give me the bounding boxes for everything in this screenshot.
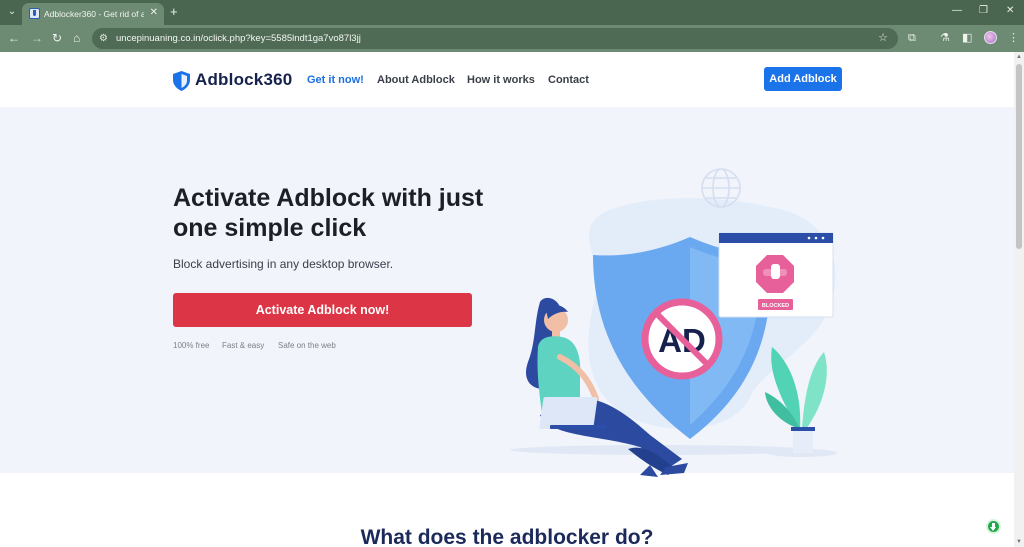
address-bar[interactable]: ⚙ uncepinuaning.co.in/oclick.php?key=558… [92, 28, 898, 49]
activate-adblock-button[interactable]: Activate Adblock now! [173, 293, 472, 327]
blocked-label: BLOCKED [762, 303, 789, 309]
browser-toolbar: ← → ↻ ⌂ ⚙ uncepinuaning.co.in/oclick.php… [0, 25, 1024, 52]
menu-icon[interactable]: ⋮ [1008, 31, 1019, 45]
nav-contact[interactable]: Contact [548, 73, 589, 87]
hero-illustration: AD BLOCKED [510, 168, 837, 477]
scroll-up-icon[interactable]: ▲ [1016, 54, 1022, 60]
hero-section: Activate Adblock with just one simple cl… [0, 107, 1014, 477]
bookmark-star-icon[interactable]: ☆ [878, 31, 888, 45]
minimize-icon[interactable]: — [952, 5, 962, 17]
maximize-icon[interactable]: ❐ [979, 5, 988, 17]
laptop [539, 397, 598, 429]
hero-title: Activate Adblock with just one simple cl… [173, 184, 484, 242]
nav-how-it-works[interactable]: How it works [467, 73, 535, 87]
site-info-icon[interactable]: ⚙ [99, 32, 108, 45]
home-icon[interactable]: ⌂ [73, 31, 80, 45]
side-panel-icon[interactable]: ◧ [962, 31, 972, 45]
url-text[interactable]: uncepinuaning.co.in/oclick.php?key=5585l… [116, 32, 361, 45]
tab-favicon-icon [29, 8, 40, 19]
nav-get-it-now[interactable]: Get it now! [307, 73, 364, 87]
shield-logo-icon[interactable] [173, 71, 190, 91]
scroll-thumb[interactable] [1016, 64, 1022, 249]
feature-fast: Fast & easy [222, 341, 265, 350]
profile-avatar[interactable] [984, 31, 997, 44]
close-window-icon[interactable]: ✕ [1006, 5, 1014, 17]
browser-tab[interactable]: Adblocker360 - Get rid of annoying ads ✕ [22, 3, 164, 25]
add-adblock-button[interactable]: Add Adblock [764, 67, 842, 91]
reload-icon[interactable]: ↻ [52, 31, 62, 45]
plant-icon [765, 347, 827, 453]
tab-list-icon[interactable]: ⌄ [4, 4, 20, 20]
brand-logo-text[interactable]: Adblock360 [195, 70, 292, 90]
ad-blocked-sign: AD [641, 298, 723, 380]
section-title-what-does-it-do: What does the adblocker do? [360, 526, 654, 547]
browser-window-card: BLOCKED [718, 232, 834, 318]
back-icon[interactable]: ← [8, 31, 20, 45]
extensions-icon[interactable]: ⧉ [908, 31, 916, 45]
forward-icon[interactable]: → [31, 31, 43, 45]
scroll-down-icon[interactable]: ▼ [1016, 539, 1022, 545]
browser-tab-strip: ⌄ Adblocker360 - Get rid of annoying ads… [0, 0, 1024, 25]
feature-safe: Safe on the web [278, 341, 336, 350]
nav-about-adblock[interactable]: About Adblock [377, 73, 455, 87]
page-scrollbar[interactable]: ▲ ▼ [1014, 52, 1024, 547]
feature-free: 100% free [173, 341, 210, 350]
page-viewport: Adblock360 Get it now! About Adblock How… [0, 52, 1014, 547]
hero-subtitle: Block advertising in any desktop browser… [173, 257, 394, 271]
site-header: Adblock360 Get it now! About Adblock How… [0, 52, 1014, 107]
download-floating-icon[interactable] [986, 519, 1001, 534]
tab-close-icon[interactable]: ✕ [150, 7, 158, 19]
new-tab-button[interactable]: + [170, 5, 178, 19]
lab-icon[interactable]: ⚗ [940, 31, 950, 45]
tab-title: Adblocker360 - Get rid of annoying ads [44, 9, 144, 19]
